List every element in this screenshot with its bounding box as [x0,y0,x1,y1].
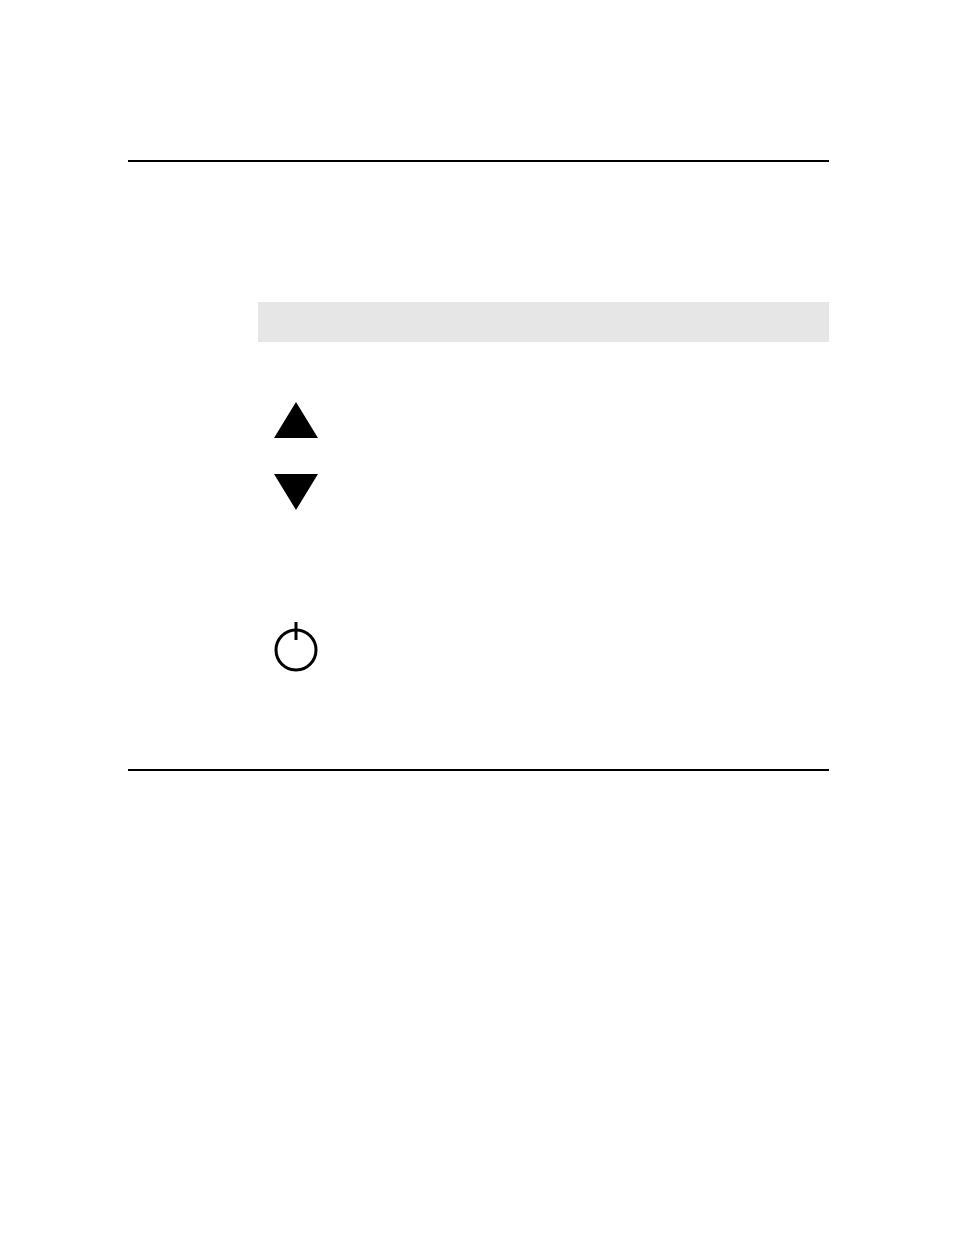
power-icon [266,616,829,681]
page-content [128,0,829,779]
triangle-up-icon [274,402,318,438]
section-body [128,162,829,771]
arrow-column [274,402,829,510]
triangle-down-icon [274,474,318,510]
shaded-band [258,302,829,342]
bottom-rule [128,769,829,771]
